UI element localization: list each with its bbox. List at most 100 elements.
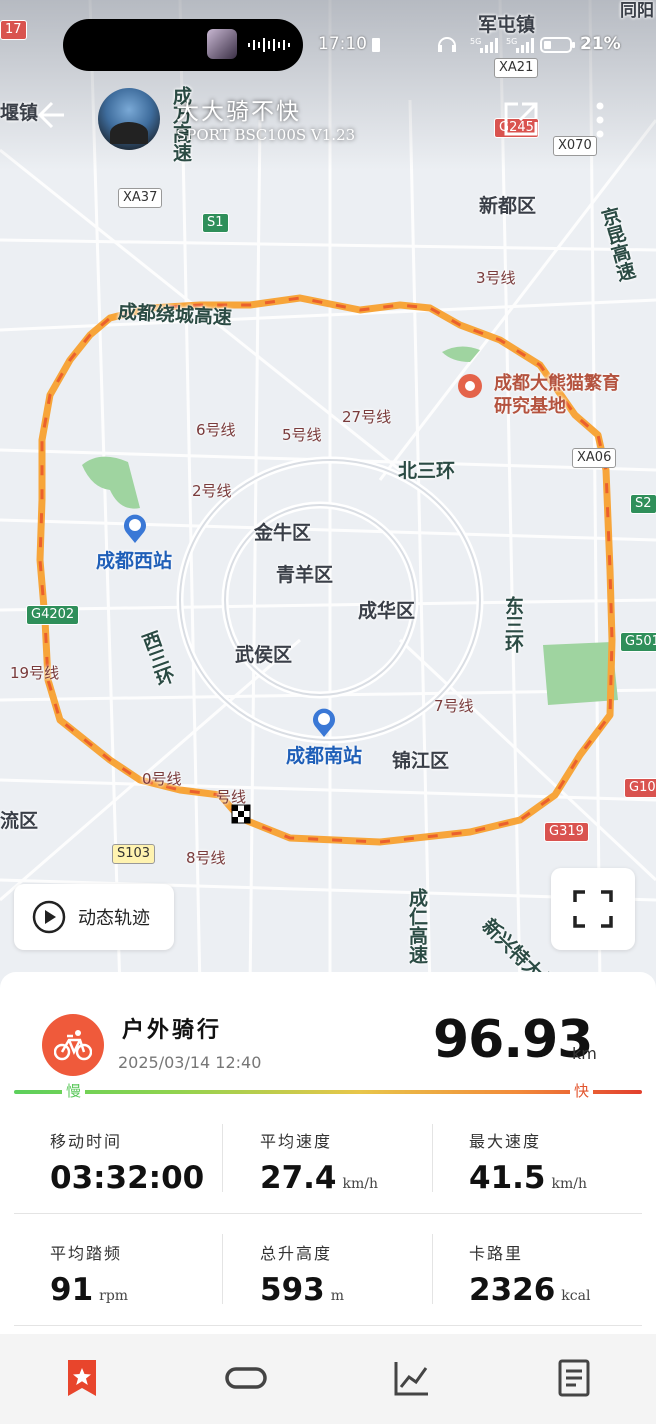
road-label: 成仁高速	[406, 888, 428, 964]
activity-datetime: 2025/03/14 12:40	[118, 1053, 262, 1072]
road-shield: G501	[620, 632, 656, 652]
metro-line-label: 6号线	[196, 421, 236, 439]
stat-avg-speed: 平均速度 27.4 km/h	[260, 1128, 460, 1196]
battery-icon	[540, 37, 575, 53]
station-label: 成都西站	[96, 550, 173, 572]
railway-station-icon	[124, 514, 146, 543]
metro-line-label: 8号线	[186, 849, 226, 867]
road-shield: 17	[0, 20, 27, 40]
speed-legend-bar	[14, 1090, 642, 1094]
signal-icon: 5G	[506, 37, 534, 53]
station-label: 成都南站	[286, 745, 363, 767]
road-shield: S2	[630, 494, 656, 514]
battery-saver-icon	[372, 38, 380, 52]
distance-value: 96.93	[433, 1010, 593, 1070]
road-label: 北三环	[398, 460, 456, 482]
battery-level: 21%	[580, 34, 621, 54]
road-shield: G4202	[26, 605, 80, 625]
bookmark-icon[interactable]	[62, 1358, 102, 1398]
stat-elevation-gain: 总升高度 593 m	[260, 1240, 460, 1308]
stat-max-speed: 最大速度 41.5 km/h	[469, 1128, 656, 1196]
road-shield: XA21	[494, 58, 539, 78]
road-shield: XA06	[572, 448, 617, 468]
report-icon[interactable]	[554, 1358, 594, 1398]
stat-value: 91	[50, 1272, 94, 1308]
divider	[432, 1124, 433, 1192]
metro-line-label: 27号线	[342, 408, 392, 426]
divider	[432, 1234, 433, 1304]
district-label: 金牛区	[254, 522, 312, 544]
stat-label: 卡路里	[469, 1244, 524, 1263]
share-icon[interactable]	[502, 100, 540, 138]
district-label: 成华区	[358, 600, 416, 622]
avatar[interactable]	[98, 88, 160, 150]
stat-avg-cadence: 平均踏频 91 rpm	[50, 1240, 250, 1308]
poi-label: 成都大熊猫繁育研究基地	[494, 373, 620, 417]
metro-line-label: 号线	[216, 788, 247, 806]
fullscreen-icon	[573, 890, 613, 928]
stat-value: 41.5	[469, 1160, 546, 1196]
dynamic-track-button[interactable]: 动态轨迹	[14, 884, 174, 950]
stat-value: 593	[260, 1272, 325, 1308]
chart-icon[interactable]	[392, 1358, 432, 1398]
stat-value: 27.4	[260, 1160, 337, 1196]
stat-unit: km/h	[551, 1176, 588, 1192]
road-shield: S103	[112, 844, 156, 864]
link-icon[interactable]	[224, 1358, 268, 1398]
network-label: 5G	[470, 37, 481, 46]
road-shield: XA37	[118, 188, 163, 208]
fullscreen-button[interactable]	[551, 868, 635, 950]
status-time: 17:10	[318, 34, 367, 54]
audio-wave-icon	[248, 38, 290, 52]
divider	[14, 1325, 642, 1326]
metro-line-label: 0号线	[142, 770, 182, 788]
stat-moving-time: 移动时间 03:32:00	[50, 1128, 250, 1196]
divider	[222, 1124, 223, 1192]
stat-label: 平均速度	[260, 1132, 333, 1151]
route-map[interactable]: 新都区 金牛区 青羊区 成华区 武侯区 锦江区 流区 堰镇 军屯镇 成万高速 成…	[0, 0, 656, 990]
stat-value: 03:32:00	[50, 1160, 205, 1196]
metro-line-label: 7号线	[434, 697, 474, 715]
stat-label: 最大速度	[469, 1132, 542, 1151]
play-icon	[32, 900, 66, 934]
distance-unit: km	[572, 1044, 597, 1063]
poi-pin-icon	[458, 374, 482, 398]
district-label: 新都区	[479, 195, 537, 217]
device-info: SPORT BSC100S V1.23	[176, 126, 356, 144]
district-label: 同阳	[620, 1, 654, 21]
signal-icon: 5G	[470, 37, 498, 53]
finish-flag-icon	[231, 804, 251, 824]
metro-line-label: 3号线	[476, 269, 516, 287]
stat-label: 移动时间	[50, 1132, 123, 1151]
road-label: 东三环	[502, 596, 524, 653]
district-label: 武侯区	[235, 644, 293, 666]
headphones-icon	[438, 37, 456, 52]
username: 大大骑不快	[176, 99, 301, 125]
district-label: 流区	[0, 810, 39, 832]
railway-station-icon	[313, 708, 335, 737]
more-icon[interactable]	[590, 100, 610, 140]
activity-type-badge	[42, 1014, 104, 1076]
metro-line-label: 19号线	[10, 664, 60, 682]
fast-label: 快	[570, 1080, 594, 1101]
bottom-nav	[0, 1334, 656, 1424]
stat-label: 总升高度	[260, 1244, 333, 1263]
stat-unit: rpm	[99, 1288, 129, 1304]
road-shield: S1	[202, 213, 229, 233]
activity-summary-card: 户外骑行 2025/03/14 12:40 96.93 km 慢 快 移动时间 …	[0, 972, 656, 1334]
activity-type: 户外骑行	[122, 1018, 223, 1043]
status-island	[63, 19, 303, 71]
network-label: 5G	[506, 37, 517, 46]
stat-unit: kcal	[561, 1288, 591, 1304]
stat-unit: km/h	[342, 1176, 379, 1192]
road-shield: G319	[544, 822, 589, 842]
divider	[14, 1213, 642, 1214]
back-icon[interactable]	[28, 95, 68, 135]
stat-value: 2326	[469, 1272, 556, 1308]
road-shield: G102	[624, 778, 656, 798]
media-thumbnail	[207, 29, 237, 59]
slow-label: 慢	[62, 1080, 86, 1101]
district-label: 锦江区	[392, 750, 450, 772]
district-label: 青羊区	[276, 564, 334, 586]
district-label: 军屯镇	[478, 14, 536, 36]
